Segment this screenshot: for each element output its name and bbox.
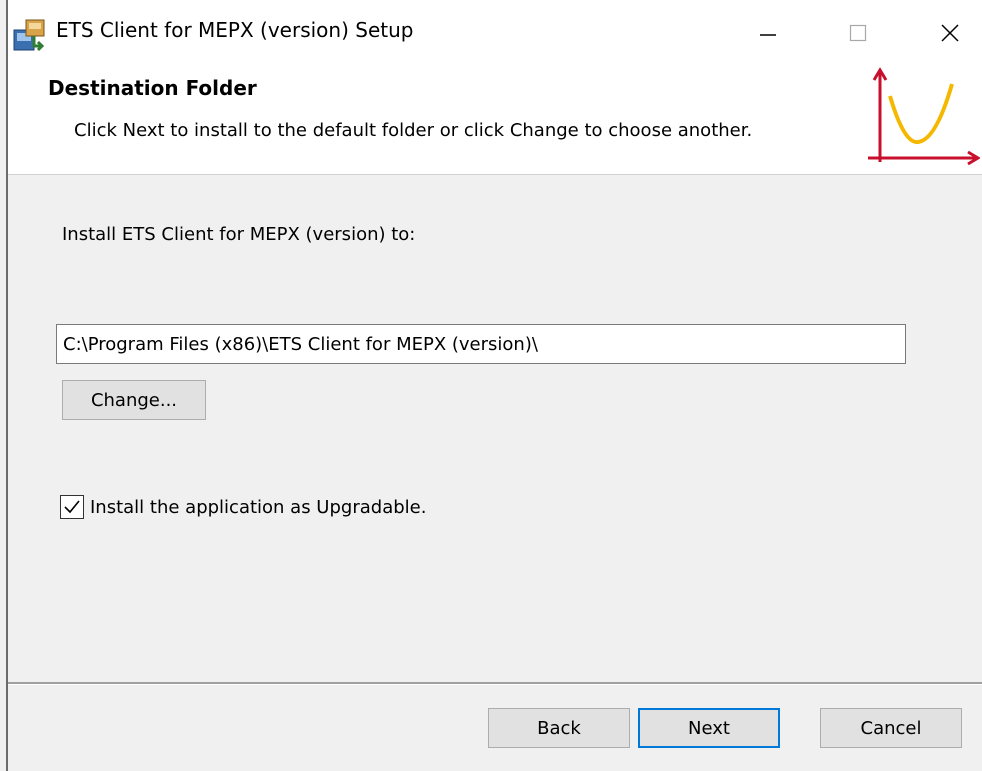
chart-logo-icon bbox=[868, 67, 980, 166]
upgradable-option[interactable]: Install the application as Upgradable. bbox=[60, 492, 426, 522]
window-title: ETS Client for MEPX (version) Setup bbox=[56, 18, 414, 42]
page-title: Destination Folder bbox=[48, 76, 257, 100]
install-location-label: Install ETS Client for MEPX (version) to… bbox=[62, 224, 416, 245]
next-button[interactable]: Next bbox=[638, 708, 780, 748]
install-path-field[interactable] bbox=[56, 324, 906, 364]
setup-window: ETS Client for MEPX (version) Setup Dest… bbox=[0, 0, 982, 771]
close-button[interactable] bbox=[920, 6, 980, 60]
maximize-icon bbox=[849, 24, 867, 42]
upgradable-checkbox[interactable] bbox=[60, 495, 84, 519]
header-banner: Destination Folder Click Next to install… bbox=[8, 66, 982, 175]
footer-divider bbox=[8, 682, 982, 685]
change-button[interactable]: Change... bbox=[62, 380, 206, 420]
cancel-button[interactable]: Cancel bbox=[820, 708, 962, 748]
minimize-icon bbox=[760, 34, 776, 36]
upgradable-label: Install the application as Upgradable. bbox=[90, 496, 427, 518]
page-subtitle: Click Next to install to the default fol… bbox=[74, 120, 753, 141]
maximize-button[interactable] bbox=[828, 6, 888, 60]
back-button[interactable]: Back bbox=[488, 708, 630, 748]
close-icon bbox=[941, 24, 959, 42]
title-bar[interactable]: ETS Client for MEPX (version) Setup bbox=[8, 0, 982, 66]
checkmark-icon bbox=[64, 500, 80, 514]
minimize-button[interactable] bbox=[738, 6, 798, 60]
installer-icon bbox=[13, 19, 45, 52]
